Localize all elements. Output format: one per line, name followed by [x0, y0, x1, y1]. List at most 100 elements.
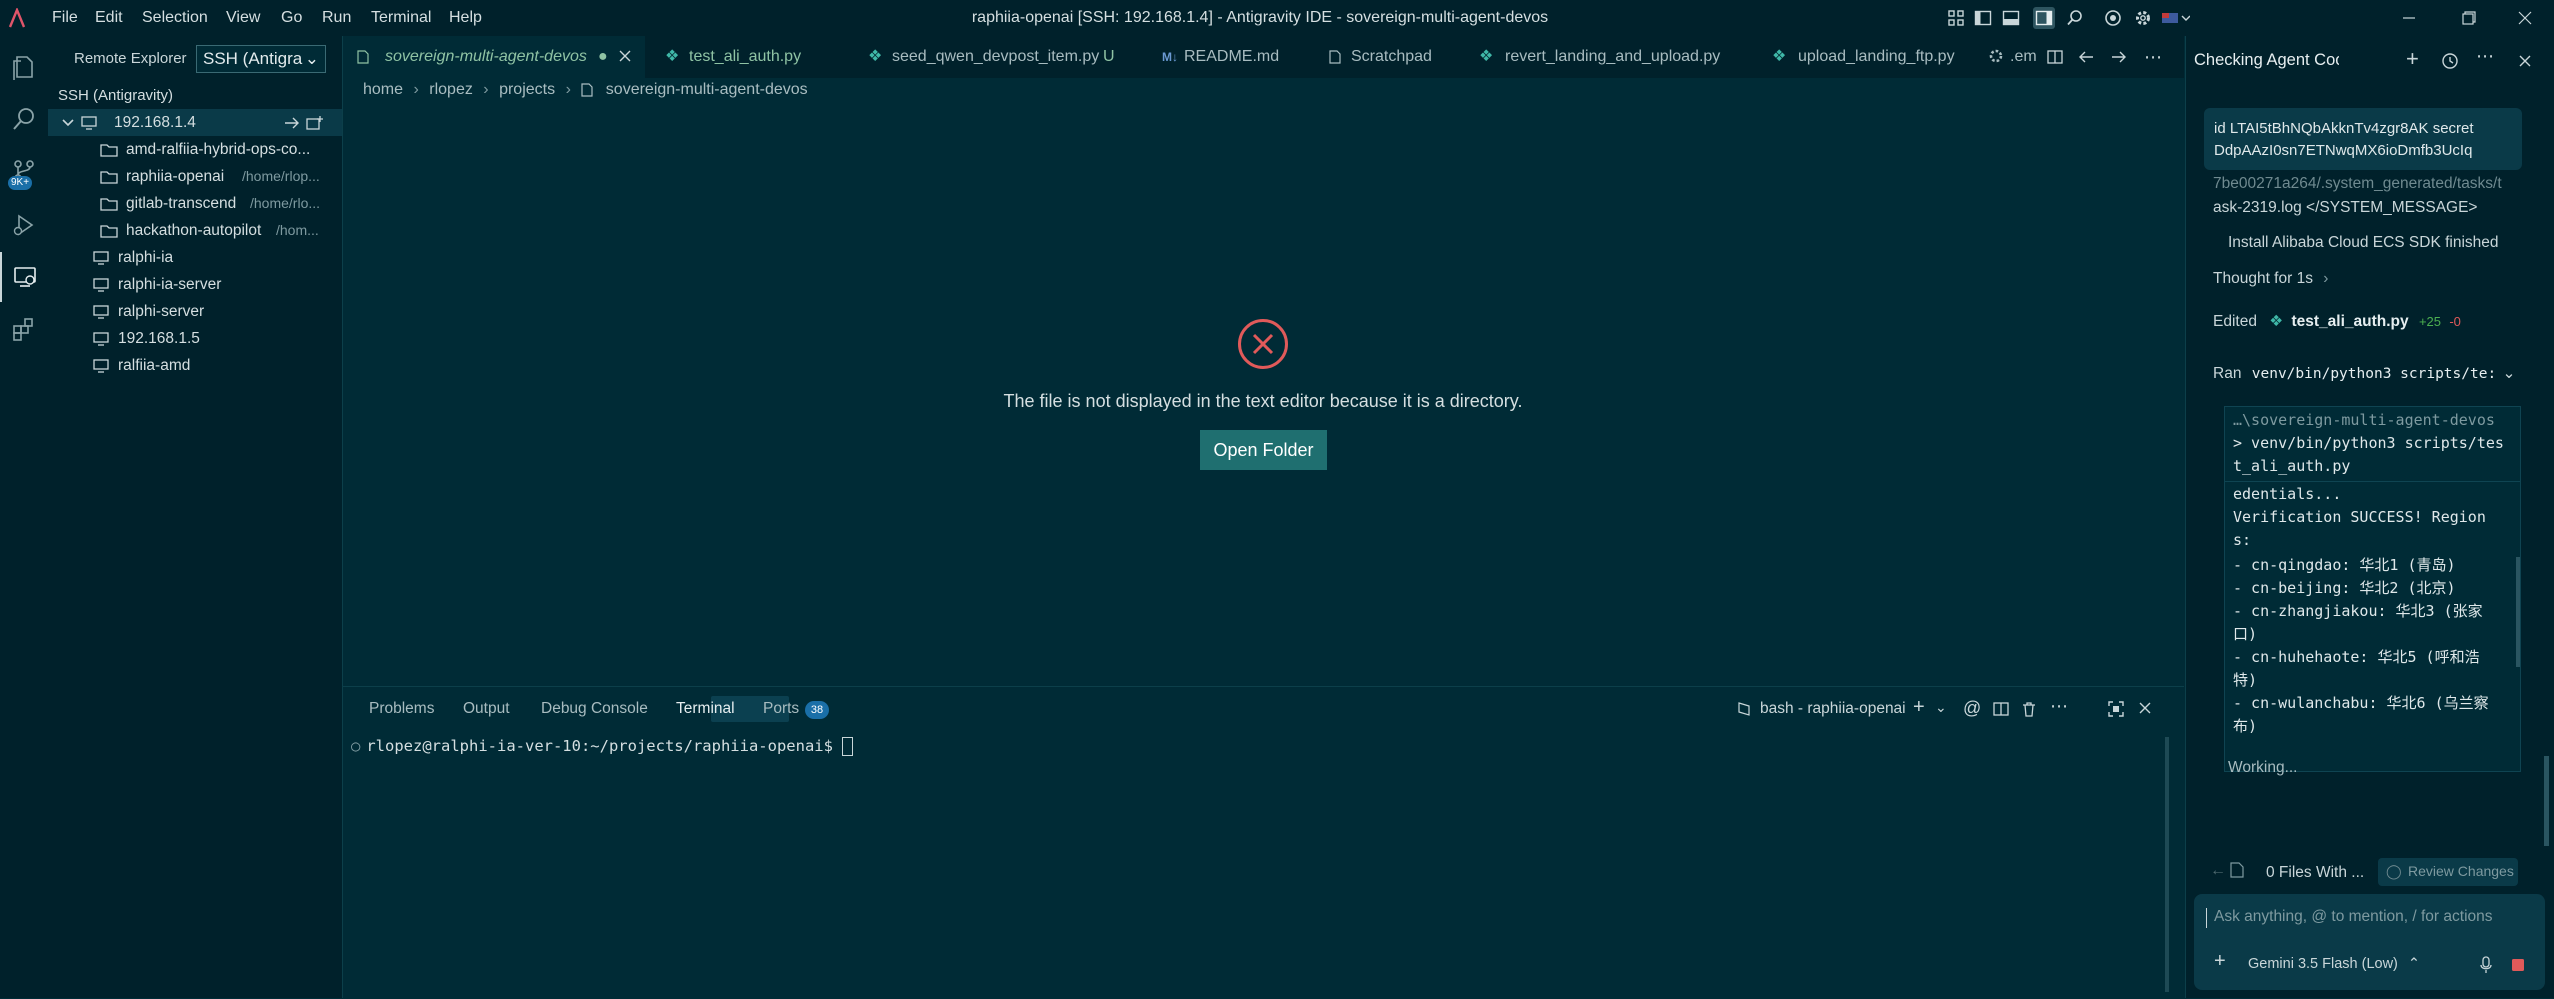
agent-scrollbar[interactable]: [2544, 756, 2549, 846]
menu-go[interactable]: Go: [281, 0, 302, 36]
folder-row[interactable]: gitlab-transcend /home/rlo...: [48, 190, 342, 217]
stop-generation-icon[interactable]: [2507, 954, 2529, 976]
tab-scratchpad[interactable]: Scratchpad: [1309, 36, 1459, 78]
tab-readme[interactable]: M↓ README.md: [1144, 36, 1309, 78]
menu-terminal[interactable]: Terminal: [371, 0, 431, 36]
host-row-192-168-1-4[interactable]: 192.168.1.4: [48, 109, 342, 136]
folder-row[interactable]: amd-ralfiia-hybrid-ops-co...: [48, 136, 342, 163]
model-name: Gemini 3.5 Flash (Low): [2248, 956, 2398, 972]
edited-file-name[interactable]: test_ali_auth.py: [2291, 313, 2408, 330]
explorer-icon[interactable]: [0, 42, 48, 92]
minimize-window-icon[interactable]: [2380, 0, 2438, 36]
breadcrumb-item[interactable]: sovereign-multi-agent-devos: [606, 81, 808, 98]
mention-icon[interactable]: @: [1963, 698, 1981, 719]
new-terminal-icon[interactable]: +: [1913, 696, 1925, 719]
toggle-panel-icon[interactable]: [2000, 7, 2022, 29]
close-icon[interactable]: [2514, 50, 2536, 72]
remote-explorer-icon[interactable]: [0, 252, 48, 302]
tab-terminal[interactable]: Terminal: [676, 687, 735, 731]
close-icon[interactable]: [619, 50, 631, 62]
toggle-primary-sidebar-icon[interactable]: [1972, 7, 1994, 29]
account-flag-icon[interactable]: [2160, 7, 2192, 29]
settings-icon[interactable]: [2132, 7, 2154, 29]
tab-test-ali-auth[interactable]: ❖ test_ali_auth.py U: [645, 36, 1115, 78]
close-panel-icon[interactable]: [2139, 702, 2151, 714]
new-conversation-icon[interactable]: +: [2406, 46, 2428, 71]
ran-command-row[interactable]: Ran venv/bin/python3 scripts/te: ⌄: [2213, 364, 2516, 383]
split-terminal-icon[interactable]: [1993, 701, 2009, 717]
chat-input-box[interactable]: Ask anything, @ to mention, / for action…: [2194, 894, 2545, 990]
tab-debug-console[interactable]: Debug Console: [541, 687, 648, 731]
add-context-icon[interactable]: +: [2214, 950, 2226, 973]
close-window-icon[interactable]: [2496, 0, 2554, 36]
run-debug-icon[interactable]: [0, 200, 48, 250]
connect-arrow-icon[interactable]: [284, 116, 300, 130]
customize-layout-icon[interactable]: [1945, 7, 1967, 29]
folder-icon: [100, 224, 118, 238]
arrow-left-icon[interactable]: ←: [2210, 862, 2226, 880]
restore-window-icon[interactable]: [2440, 0, 2498, 36]
more-actions-icon[interactable]: ⋯: [2050, 696, 2068, 717]
search-view-icon[interactable]: [0, 94, 48, 144]
host-row[interactable]: ralfiia-amd: [48, 352, 342, 379]
chevron-down-icon[interactable]: ⌄: [2503, 365, 2516, 382]
open-folder-button[interactable]: Open Folder: [1200, 430, 1327, 470]
tab-ports[interactable]: Ports: [763, 687, 799, 731]
output-line: 口): [2233, 625, 2258, 643]
ssh-section-header[interactable]: SSH (Antigravity): [48, 82, 342, 109]
new-window-icon[interactable]: [306, 115, 324, 131]
chevron-down-icon[interactable]: ⌄: [1935, 699, 1947, 716]
menu-view[interactable]: View: [226, 0, 260, 36]
split-editor-icon[interactable]: [2045, 47, 2065, 67]
tab-output[interactable]: Output: [463, 687, 510, 731]
edited-file-row[interactable]: Edited ❖ test_ali_auth.py +25 -0: [2213, 312, 2461, 331]
arrow-right-icon[interactable]: [2109, 47, 2129, 67]
tab-problems[interactable]: Problems: [369, 687, 434, 731]
more-actions-icon[interactable]: ⋯: [2476, 46, 2498, 68]
host-label: ralphi-server: [118, 303, 205, 320]
host-row[interactable]: ralphi-ia-server: [48, 271, 342, 298]
menu-file[interactable]: File: [52, 0, 78, 36]
error-icon: [1237, 318, 1289, 370]
thought-toggle[interactable]: Thought for 1s ›: [2213, 270, 2328, 288]
remote-type-select[interactable]: SSH (Antigra ⌄: [196, 45, 326, 73]
menu-run[interactable]: Run: [322, 0, 351, 36]
search-icon[interactable]: [2064, 7, 2086, 29]
extensions-icon[interactable]: [0, 304, 48, 354]
breadcrumb-item[interactable]: projects: [499, 81, 555, 98]
toggle-secondary-sidebar-icon[interactable]: [2033, 7, 2055, 29]
source-control-icon[interactable]: 9K+: [0, 146, 48, 196]
folder-row[interactable]: raphiia-openai /home/rlop...: [48, 163, 342, 190]
menu-help[interactable]: Help: [449, 0, 482, 36]
terminal-scrollbar[interactable]: [2165, 737, 2169, 992]
monitor-icon: [93, 359, 109, 373]
tab-env[interactable]: .em: [1982, 36, 2044, 78]
review-changes-button[interactable]: ◯ Review Changes: [2378, 858, 2518, 886]
more-actions-icon[interactable]: ⋯: [2143, 47, 2163, 67]
microphone-icon[interactable]: [2480, 956, 2492, 974]
trash-icon[interactable]: [2022, 701, 2036, 717]
host-row[interactable]: ralphi-server: [48, 298, 342, 325]
terminal-prompt-line[interactable]: ○ rlopez@ralphi-ia-ver-10:~/projects/raph…: [351, 737, 854, 756]
maximize-panel-icon[interactable]: [2108, 701, 2124, 717]
tab-seed-qwen-devpost-item[interactable]: ❖ seed_qwen_devpost_item.py: [848, 36, 1144, 78]
output-scrollbar[interactable]: [2516, 557, 2520, 667]
breadcrumb-item[interactable]: home: [363, 81, 403, 98]
menu-selection[interactable]: Selection: [142, 0, 208, 36]
menu-edit[interactable]: Edit: [95, 0, 123, 36]
history-icon[interactable]: [2439, 50, 2461, 72]
host-row[interactable]: 192.168.1.5: [48, 325, 342, 352]
remote-select-value: SSH (Antigra: [203, 49, 303, 68]
chevron-down-icon[interactable]: [62, 118, 74, 128]
tab-revert-landing-and-upload[interactable]: ❖ revert_landing_and_upload.py: [1459, 36, 1754, 78]
arrow-left-icon[interactable]: [2076, 47, 2096, 67]
tab-sovereign-multi-agent-devos[interactable]: sovereign-multi-agent-devos ●: [343, 36, 645, 78]
breadcrumb-item[interactable]: rlopez: [429, 81, 473, 98]
model-selector[interactable]: Gemini 3.5 Flash (Low) ⌃: [2248, 956, 2420, 972]
terminal-instance-name[interactable]: bash - raphiia-openai: [1760, 687, 1906, 731]
host-row[interactable]: ralphi-ia: [48, 244, 342, 271]
folder-row[interactable]: hackathon-autopilot /hom...: [48, 217, 342, 244]
browser-icon[interactable]: [2102, 7, 2124, 29]
tab-upload-landing-ftp[interactable]: ❖ upload_landing_ftp.py: [1754, 36, 1982, 78]
files-changed-text[interactable]: 0 Files With ...: [2266, 864, 2364, 882]
